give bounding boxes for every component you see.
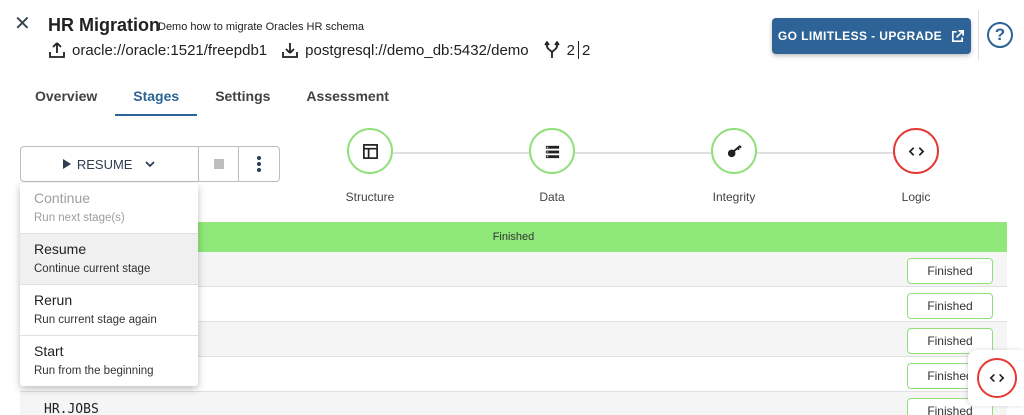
menu-item-label: Rerun bbox=[34, 292, 73, 308]
code-icon bbox=[977, 358, 1017, 398]
external-link-icon bbox=[952, 29, 965, 42]
stage-label: Data bbox=[539, 190, 565, 204]
key-icon bbox=[711, 128, 757, 174]
download-icon bbox=[282, 43, 299, 58]
menu-item-continue: Continue Run next stage(s) bbox=[20, 183, 198, 234]
branch-count-left: 2 bbox=[566, 41, 575, 59]
status-badge[interactable]: Finished bbox=[907, 293, 993, 319]
menu-item-description: Run current stage again bbox=[34, 314, 157, 326]
stage-label: Logic bbox=[901, 190, 931, 204]
connection-info: oracle://oracle:1521/freepdb1 postgresql… bbox=[48, 40, 604, 60]
resume-button[interactable]: RESUME bbox=[21, 147, 200, 181]
stage-connector bbox=[392, 152, 912, 154]
more-options-button[interactable] bbox=[239, 147, 279, 181]
upload-icon bbox=[49, 42, 65, 58]
menu-item-start[interactable]: Start Run from the beginning bbox=[20, 336, 198, 386]
table-row[interactable]: HR.JOBS Finished bbox=[20, 392, 1007, 415]
stage-data[interactable]: Data bbox=[512, 128, 592, 204]
menu-item-resume[interactable]: Resume Continue current stage bbox=[20, 234, 198, 285]
code-icon bbox=[893, 128, 939, 174]
menu-item-label: Start bbox=[34, 343, 64, 359]
stage-progress: Structure Data Integrity Logic bbox=[336, 128, 956, 218]
code-panel-button[interactable] bbox=[968, 350, 1024, 406]
menu-item-description: Continue current stage bbox=[34, 263, 151, 275]
help-icon[interactable]: ? bbox=[987, 22, 1013, 48]
target-url: postgresql://demo_db:5432/demo bbox=[305, 41, 529, 59]
play-icon bbox=[62, 159, 71, 169]
source-url: oracle://oracle:1521/freepdb1 bbox=[72, 41, 268, 59]
table-icon bbox=[347, 128, 393, 174]
menu-item-label: Resume bbox=[34, 241, 87, 257]
stage-logic[interactable]: Logic bbox=[876, 128, 956, 204]
stage-integrity[interactable]: Integrity bbox=[694, 128, 774, 204]
stop-button[interactable] bbox=[199, 147, 240, 181]
run-controls: RESUME bbox=[20, 146, 280, 182]
menu-item-description: Run from the beginning bbox=[34, 365, 154, 377]
menu-item-rerun[interactable]: Rerun Run current stage again bbox=[20, 285, 198, 336]
stage-structure[interactable]: Structure bbox=[330, 128, 410, 204]
branch-info: 2 2 bbox=[543, 41, 591, 59]
more-vertical-icon bbox=[257, 156, 262, 172]
upgrade-label: GO LIMITLESS - UPGRADE bbox=[777, 29, 943, 43]
close-icon[interactable]: ✕ bbox=[14, 14, 34, 34]
menu-item-description: Run next stage(s) bbox=[34, 212, 125, 224]
list-icon bbox=[529, 128, 575, 174]
resume-menu: Continue Run next stage(s) Resume Contin… bbox=[20, 183, 198, 386]
tab-overview[interactable]: Overview bbox=[18, 80, 115, 116]
tab-stages[interactable]: Stages bbox=[115, 80, 198, 116]
row-name: HR.JOBS bbox=[44, 402, 99, 415]
target-connection: postgresql://demo_db:5432/demo bbox=[281, 41, 529, 59]
stop-icon bbox=[213, 159, 224, 169]
header-divider bbox=[978, 10, 979, 60]
stage-label: Structure bbox=[345, 190, 395, 204]
page-title: HR Migration bbox=[48, 15, 160, 35]
tab-settings[interactable]: Settings bbox=[197, 80, 288, 116]
merge-icon bbox=[543, 41, 560, 58]
tab-bar: Overview Stages Settings Assessment bbox=[18, 80, 407, 116]
menu-item-label: Continue bbox=[34, 190, 91, 206]
tab-assessment[interactable]: Assessment bbox=[288, 80, 407, 116]
upgrade-button[interactable]: GO LIMITLESS - UPGRADE bbox=[772, 18, 971, 54]
branch-count-right: 2 bbox=[581, 41, 591, 59]
source-connection: oracle://oracle:1521/freepdb1 bbox=[48, 41, 267, 59]
stage-label: Integrity bbox=[712, 190, 756, 204]
status-badge[interactable]: Finished bbox=[907, 258, 993, 284]
resume-label: RESUME bbox=[76, 156, 133, 172]
page-subtitle: Demo how to migrate Oracles HR schema bbox=[158, 21, 365, 33]
chevron-down-icon bbox=[145, 161, 156, 168]
branch-divider bbox=[577, 41, 579, 59]
